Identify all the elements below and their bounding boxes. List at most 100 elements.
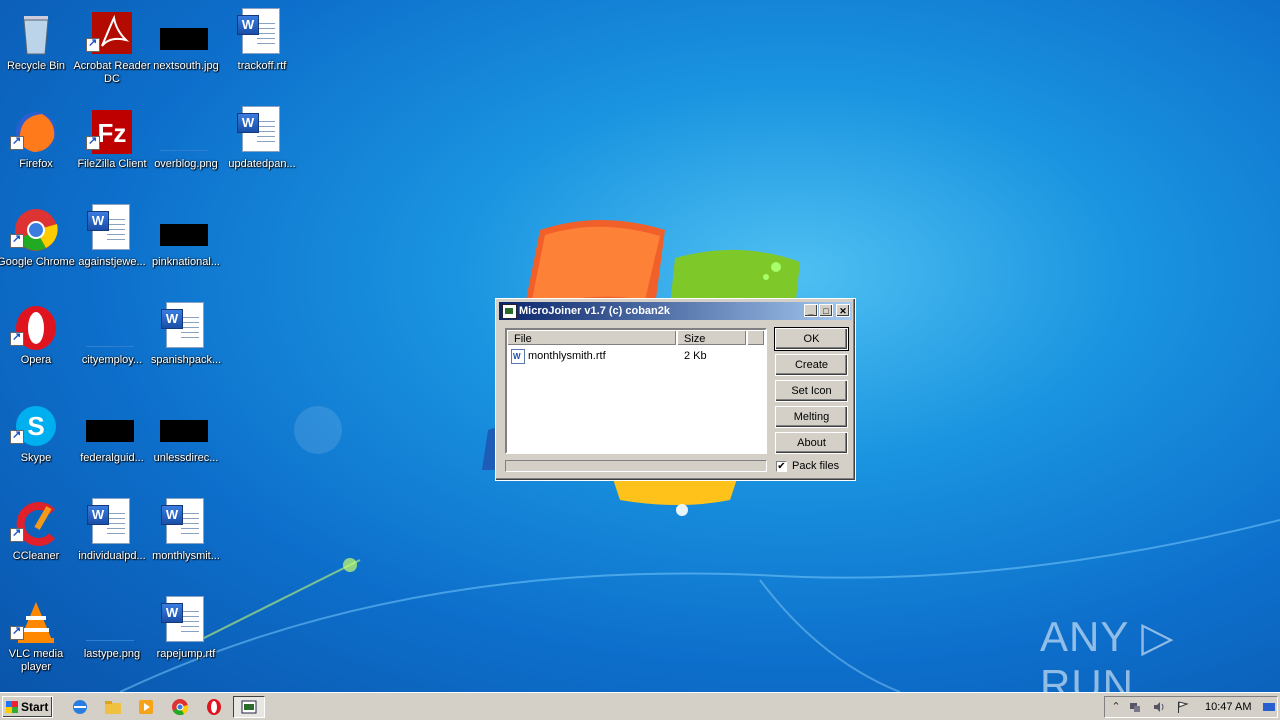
- word-doc-icon: W: [161, 498, 204, 544]
- icon-label: Skype: [20, 452, 52, 464]
- file-federalguid[interactable]: federalguid...: [72, 396, 152, 488]
- image-thumbnail-icon: [86, 420, 134, 442]
- shortcut-arrow-icon: [86, 134, 100, 150]
- about-button[interactable]: About: [775, 432, 848, 454]
- recycle-bin-shortcut[interactable]: Recycle Bin: [0, 4, 76, 96]
- word-doc-icon: W: [87, 498, 130, 544]
- media-player-icon[interactable]: [137, 698, 155, 716]
- image-thumbnail-icon: [160, 128, 208, 151]
- explorer-folder-icon[interactable]: [104, 698, 122, 716]
- file-rapejump[interactable]: W rapejump.rtf: [146, 592, 226, 684]
- column-header-size[interactable]: Size: [677, 330, 747, 346]
- icon-label: spanishpack...: [150, 354, 222, 366]
- word-doc-icon: W: [237, 106, 280, 152]
- column-header-file[interactable]: File: [507, 330, 677, 346]
- image-thumbnail-icon: [160, 224, 208, 246]
- opera-taskbar-icon[interactable]: [205, 698, 223, 716]
- shortcut-arrow-icon: [86, 36, 100, 52]
- windows-logo-icon: [6, 701, 18, 713]
- pack-files-label[interactable]: Pack files: [792, 460, 839, 473]
- close-button[interactable]: ✕: [836, 304, 850, 317]
- file-updatedpan[interactable]: W updatedpan...: [222, 102, 302, 194]
- system-tray: ⌃ 10:47 AM: [1104, 696, 1278, 718]
- file-spanishpack[interactable]: W spanishpack...: [146, 298, 226, 390]
- microjoiner-task-button[interactable]: [233, 696, 265, 718]
- pack-files-checkbox[interactable]: ✔: [776, 461, 787, 472]
- vlc-shortcut[interactable]: VLC media player: [0, 592, 76, 684]
- dialog-titlebar[interactable]: MicroJoiner v1.7 (c) coban2k _ □ ✕: [499, 302, 852, 320]
- file-monthlysmit[interactable]: W monthlysmit...: [146, 494, 226, 586]
- chrome-taskbar-icon[interactable]: [171, 698, 189, 716]
- chrome-shortcut[interactable]: Google Chrome: [0, 200, 76, 292]
- table-row[interactable]: monthlysmith.rtf 2 Kb: [511, 349, 761, 364]
- filezilla-shortcut[interactable]: Fz FileZilla Client: [72, 102, 152, 194]
- file-nextsouth[interactable]: nextsouth.jpg: [146, 4, 226, 96]
- acrobat-reader-shortcut[interactable]: Acrobat Reader DC: [72, 4, 152, 96]
- anyrun-watermark: ANY ▷ RUN: [1040, 613, 1175, 692]
- volume-icon[interactable]: [1153, 701, 1165, 713]
- dialog-title: MicroJoiner v1.7 (c) coban2k: [519, 305, 670, 317]
- icon-label: FileZilla Client: [77, 158, 147, 170]
- icon-label: rapejump.rtf: [156, 648, 216, 660]
- recycle-bin-icon: [23, 16, 49, 55]
- column-header-filler: [747, 330, 765, 346]
- icon-label: Recycle Bin: [6, 60, 66, 72]
- shortcut-arrow-icon: [10, 330, 24, 346]
- row-file-size: 2 Kb: [684, 350, 707, 362]
- start-label: Start: [21, 700, 49, 714]
- shortcut-arrow-icon: [10, 526, 24, 542]
- microjoiner-dialog: MicroJoiner v1.7 (c) coban2k _ □ ✕ File …: [495, 298, 856, 481]
- show-hidden-icons-button[interactable]: ⌃: [1110, 701, 1122, 713]
- icon-label: Firefox: [19, 158, 53, 170]
- icon-label: unlessdirec...: [153, 452, 219, 464]
- progress-bar: [505, 460, 767, 472]
- image-thumbnail-icon: [86, 324, 134, 347]
- icon-label: individualpd...: [78, 550, 146, 562]
- maximize-button[interactable]: □: [819, 304, 833, 317]
- icon-label: cityemploy...: [81, 354, 143, 366]
- icon-label: overblog.png: [154, 158, 218, 170]
- shortcut-arrow-icon: [10, 624, 24, 640]
- word-doc-icon: W: [87, 204, 130, 250]
- file-trackoff[interactable]: W trackoff.rtf: [222, 4, 302, 96]
- file-cityemploy[interactable]: cityemploy...: [72, 298, 152, 390]
- create-button[interactable]: Create: [775, 354, 848, 376]
- desktop: Recycle Bin Firefox Google Chrome Opera …: [0, 0, 1280, 692]
- shortcut-arrow-icon: [10, 428, 24, 444]
- icon-label: Google Chrome: [0, 256, 75, 268]
- icon-label: VLC media player: [8, 648, 64, 673]
- ok-button[interactable]: OK: [774, 327, 849, 351]
- melting-button[interactable]: Melting: [775, 406, 848, 428]
- ccleaner-shortcut[interactable]: CCleaner: [0, 494, 76, 586]
- word-doc-icon: W: [161, 596, 204, 642]
- image-thumbnail-icon: [160, 28, 208, 50]
- internet-explorer-icon[interactable]: [71, 698, 89, 716]
- file-againstjewe[interactable]: W againstjewe...: [72, 200, 152, 292]
- icon-label: lastype.png: [83, 648, 141, 660]
- file-lastype[interactable]: lastype.png: [72, 592, 152, 684]
- start-button[interactable]: Start: [2, 696, 53, 718]
- show-desktop-icon[interactable]: [1263, 701, 1275, 713]
- set-icon-button[interactable]: Set Icon: [775, 380, 848, 402]
- app-icon: [502, 304, 517, 319]
- file-individualpd[interactable]: W individualpd...: [72, 494, 152, 586]
- shortcut-arrow-icon: [10, 134, 24, 150]
- svg-text:Fz: Fz: [98, 118, 127, 148]
- icon-label: nextsouth.jpg: [153, 60, 219, 72]
- file-list[interactable]: File Size monthlysmith.rtf 2 Kb: [505, 328, 767, 454]
- clock[interactable]: 10:47 AM: [1205, 701, 1251, 714]
- taskbar: Start ⌃ 10:47 AM: [0, 692, 1280, 720]
- shortcut-arrow-icon: [10, 232, 24, 248]
- icon-label: updatedpan...: [228, 158, 296, 170]
- opera-shortcut[interactable]: Opera: [0, 298, 76, 390]
- icon-label: Opera: [20, 354, 52, 366]
- firefox-shortcut[interactable]: Firefox: [0, 102, 76, 194]
- file-unlessdirec[interactable]: unlessdirec...: [146, 396, 226, 488]
- skype-shortcut[interactable]: S Skype: [0, 396, 76, 488]
- file-pinknational[interactable]: pinknational...: [146, 200, 226, 292]
- minimize-button[interactable]: _: [804, 304, 818, 317]
- microjoiner-app-icon: [241, 700, 257, 714]
- action-center-flag-icon[interactable]: [1177, 701, 1189, 713]
- file-overblog[interactable]: overblog.png: [146, 102, 226, 194]
- network-icon[interactable]: [1129, 701, 1141, 713]
